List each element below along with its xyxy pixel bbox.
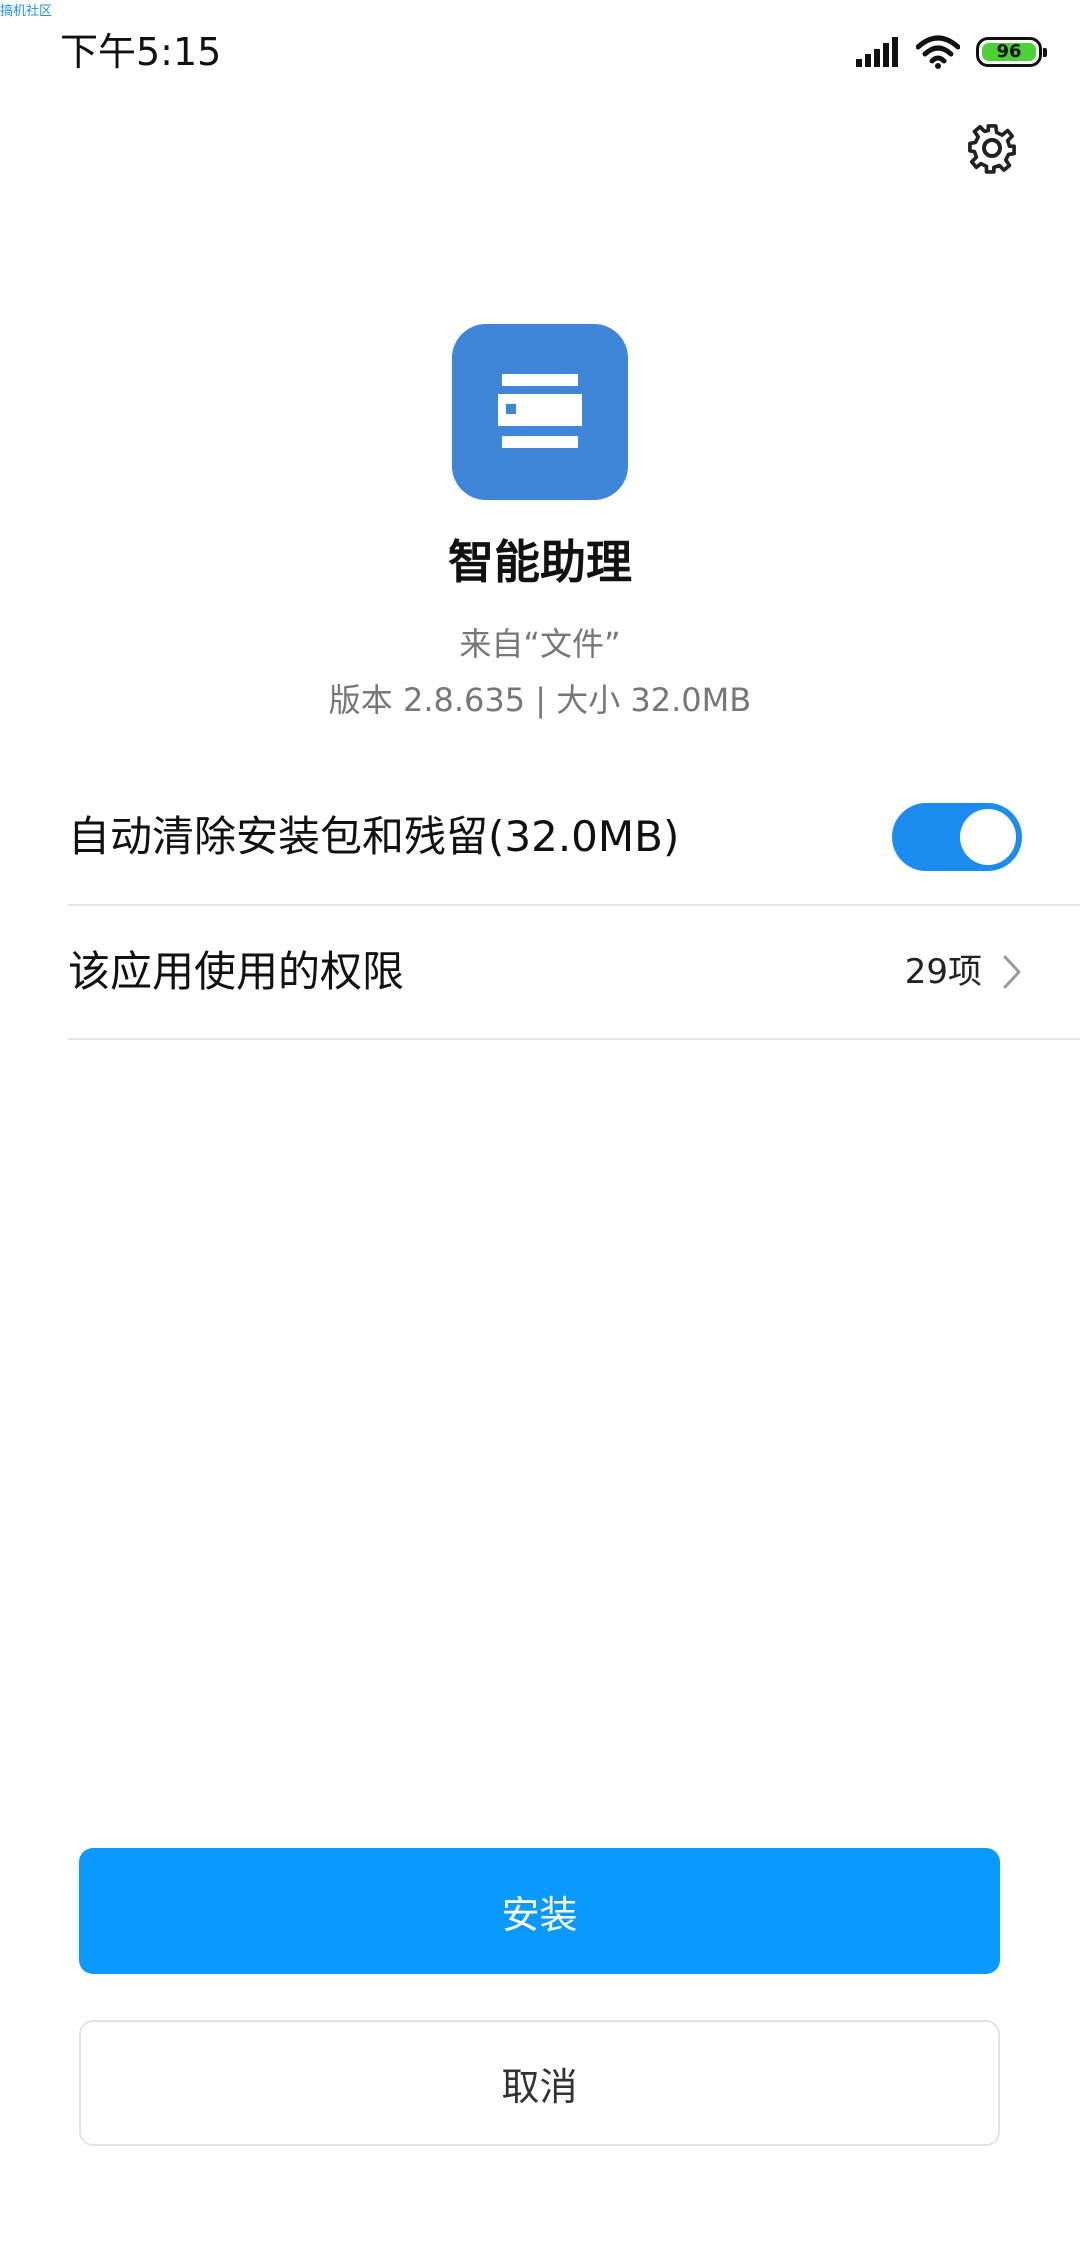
chevron-right-icon — [1002, 954, 1022, 990]
app-name: 智能助理 — [448, 535, 632, 589]
auto-clean-row[interactable]: 自动清除安装包和残留(32.0MB) — [68, 770, 1080, 906]
auto-clean-label: 自动清除安装包和残留(32.0MB) — [68, 812, 680, 861]
permissions-summary: 29项 — [905, 948, 1022, 996]
toggle-knob — [960, 809, 1016, 865]
auto-clean-toggle[interactable] — [892, 803, 1022, 871]
cancel-button[interactable]: 取消 — [79, 2020, 1000, 2146]
permissions-count: 29项 — [904, 952, 982, 992]
settings-button[interactable] — [962, 120, 1022, 180]
wifi-icon — [916, 35, 960, 69]
battery-icon: 96 — [976, 37, 1047, 67]
app-version-info: 版本 2.8.635 | 大小 32.0MB — [328, 681, 752, 719]
gear-icon — [964, 120, 1020, 180]
permissions-label: 该应用使用的权限 — [68, 947, 405, 996]
app-icon — [452, 324, 628, 500]
signal-bars-icon — [856, 37, 900, 67]
status-icons: 96 — [856, 30, 1047, 74]
permissions-row[interactable]: 该应用使用的权限 29项 — [68, 906, 1080, 1040]
install-button[interactable]: 安装 — [79, 1848, 1000, 1974]
app-source: 来自“文件” — [459, 625, 621, 663]
status-time: 下午5:15 — [60, 30, 222, 74]
battery-level: 96 — [982, 43, 1036, 61]
status-bar: 下午5:15 96 — [0, 0, 1080, 104]
